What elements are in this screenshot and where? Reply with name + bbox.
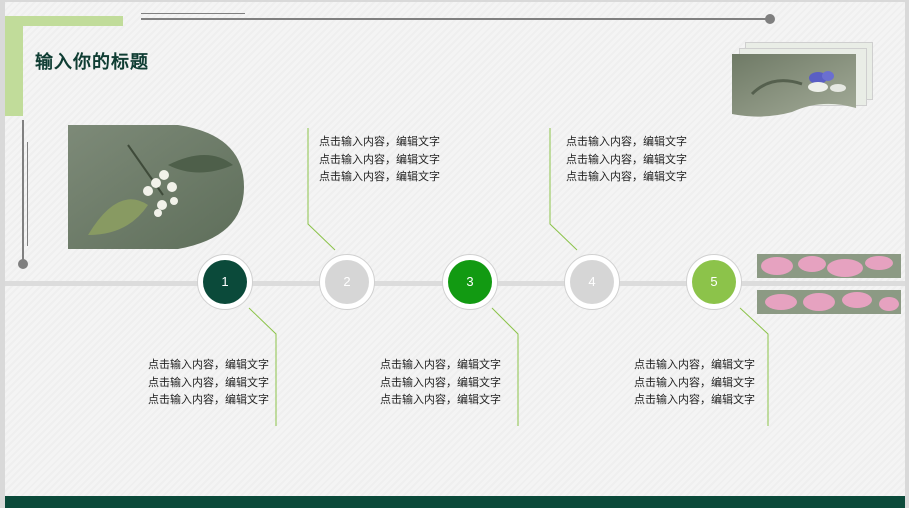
- text-line: 点击输入内容，编辑文字: [148, 394, 269, 406]
- text-line: 点击输入内容，编辑文字: [566, 136, 687, 148]
- text-line: 点击输入内容，编辑文字: [634, 376, 755, 389]
- text-block-step-1[interactable]: 点击输入内容，编辑文字 点击输入内容，编辑文字 点击输入内容，编辑文字: [139, 357, 269, 410]
- text-line: 点击输入内容，编辑文字: [319, 171, 440, 183]
- footer-bar: [5, 496, 905, 508]
- text-line: 点击输入内容，编辑文字: [319, 136, 440, 148]
- text-line: 点击输入内容，编辑文字: [634, 394, 755, 406]
- step-4-node[interactable]: 4: [564, 254, 620, 310]
- text-line: 点击输入内容，编辑文字: [148, 376, 269, 389]
- step-3-node[interactable]: 3: [442, 254, 498, 310]
- step-5-number: 5: [692, 260, 736, 304]
- text-line: 点击输入内容，编辑文字: [380, 394, 501, 406]
- text-line: 点击输入内容，编辑文字: [148, 359, 269, 371]
- slide: 输入你的标题 1 2 3 4 5 点击输入内容，编辑文字 点击输入内容，编辑文字…: [5, 2, 905, 508]
- text-block-step-5[interactable]: 点击输入内容，编辑文字 点击输入内容，编辑文字 点击输入内容，编辑文字: [625, 357, 755, 410]
- text-line: 点击输入内容，编辑文字: [380, 376, 501, 389]
- text-line: 点击输入内容，编辑文字: [634, 359, 755, 371]
- text-block-step-4[interactable]: 点击输入内容，编辑文字 点击输入内容，编辑文字 点击输入内容，编辑文字: [566, 134, 687, 187]
- text-line: 点击输入内容，编辑文字: [319, 153, 440, 166]
- step-3-number: 3: [448, 260, 492, 304]
- text-block-step-2[interactable]: 点击输入内容，编辑文字 点击输入内容，编辑文字 点击输入内容，编辑文字: [319, 134, 440, 187]
- text-line: 点击输入内容，编辑文字: [566, 153, 687, 166]
- text-line: 点击输入内容，编辑文字: [566, 171, 687, 183]
- step-2-number: 2: [325, 260, 369, 304]
- step-1-number: 1: [203, 260, 247, 304]
- step-4-number: 4: [570, 260, 614, 304]
- text-block-step-3[interactable]: 点击输入内容，编辑文字 点击输入内容，编辑文字 点击输入内容，编辑文字: [371, 357, 501, 410]
- step-2-node[interactable]: 2: [319, 254, 375, 310]
- step-5-node[interactable]: 5: [686, 254, 742, 310]
- connector-lines: [248, 128, 769, 426]
- text-line: 点击输入内容，编辑文字: [380, 359, 501, 371]
- step-1-node[interactable]: 1: [197, 254, 253, 310]
